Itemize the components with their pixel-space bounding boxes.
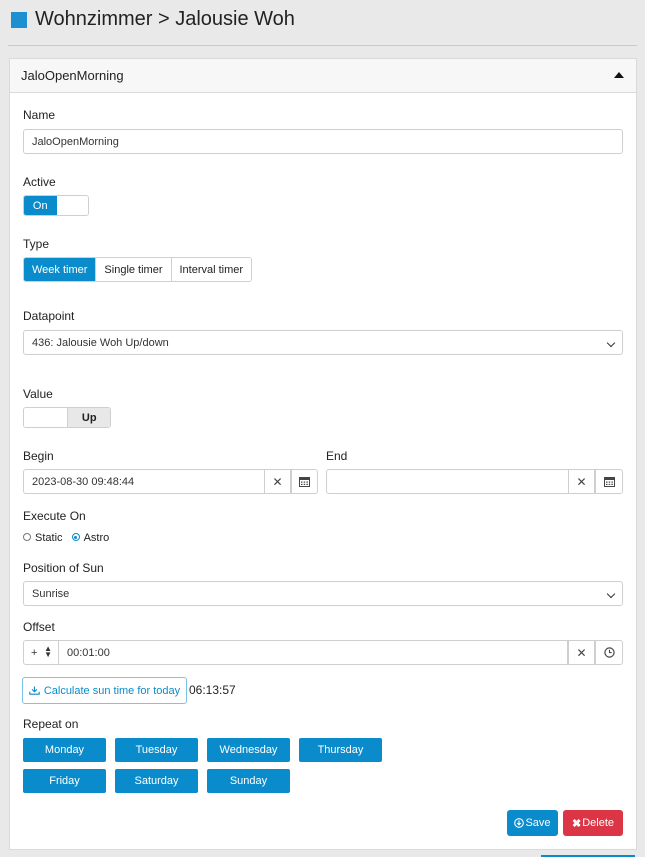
day-friday-button[interactable]: Friday <box>23 769 106 793</box>
save-button-label: Save <box>525 817 551 829</box>
execute-on-radio-group: Static Astro <box>23 532 109 544</box>
active-label: Active <box>23 175 56 189</box>
radio-checked-icon <box>71 533 80 542</box>
execute-on-astro-radio[interactable]: Astro <box>71 532 110 544</box>
value-toggle-off <box>24 408 68 427</box>
day-wednesday-button[interactable]: Wednesday <box>207 738 290 762</box>
name-input[interactable]: JaloOpenMorning <box>23 129 623 154</box>
day-monday-button[interactable]: Monday <box>23 738 106 762</box>
value-toggle[interactable]: Up <box>23 407 111 428</box>
value-label: Value <box>23 387 53 401</box>
chevron-down-icon <box>606 589 616 599</box>
offset-sign-value: + <box>31 646 38 659</box>
sort-icon: ▲ ▼ <box>44 644 52 659</box>
sun-position-select[interactable]: Sunrise <box>23 581 623 606</box>
execute-on-static-radio[interactable]: Static <box>23 532 63 544</box>
day-tuesday-button[interactable]: Tuesday <box>115 738 198 762</box>
value-toggle-up: Up <box>67 408 110 427</box>
save-button[interactable]: Save <box>507 810 558 836</box>
save-icon <box>514 818 525 828</box>
download-icon <box>29 686 40 695</box>
calendar-icon <box>299 477 310 487</box>
offset-label: Offset <box>23 620 55 634</box>
offset-sign-select[interactable]: + ▲ ▼ <box>23 640 59 665</box>
delete-icon: ✖ <box>571 817 582 830</box>
sun-position-label: Position of Sun <box>23 561 104 575</box>
calculate-sun-time-button[interactable]: Calculate sun time for today <box>22 677 187 704</box>
page-title: Wohnzimmer > Jalousie Woh <box>35 8 295 30</box>
card-title: JaloOpenMorning <box>21 68 124 83</box>
execute-on-label: Execute On <box>23 509 86 523</box>
offset-clear-button[interactable]: ✕ <box>568 640 595 665</box>
clear-icon: ✕ <box>272 474 283 489</box>
radio-unchecked-icon <box>23 533 31 542</box>
static-option-label: Static <box>35 532 63 544</box>
end-clear-button[interactable]: ✕ <box>568 469 595 494</box>
sun-position-value: Sunrise <box>32 587 70 600</box>
name-input-value: JaloOpenMorning <box>32 135 119 148</box>
clear-icon: ✕ <box>576 474 587 489</box>
name-label: Name <box>23 108 56 122</box>
sun-time-result: 06:13:57 <box>189 683 236 697</box>
type-label: Type <box>23 237 50 251</box>
type-week-timer-button[interactable]: Week timer <box>24 258 96 281</box>
begin-input-value: 2023-08-30 09:48:44 <box>32 475 135 488</box>
active-toggle[interactable]: On <box>23 195 89 216</box>
datapoint-select-value: 436: Jalousie Woh Up/down <box>32 336 169 349</box>
offset-time-input[interactable]: 00:01:00 <box>58 640 568 665</box>
clear-icon: ✕ <box>576 645 587 660</box>
page-header: Wohnzimmer > Jalousie Woh <box>11 8 295 31</box>
astro-option-label: Astro <box>83 532 110 544</box>
timer-card: JaloOpenMorning Name JaloOpenMorning Act… <box>9 58 637 850</box>
type-single-timer-button[interactable]: Single timer <box>95 258 171 281</box>
type-button-group: Week timer Single timer Interval timer <box>23 257 253 282</box>
card-header[interactable]: JaloOpenMorning <box>10 59 636 93</box>
begin-input[interactable]: 2023-08-30 09:48:44 <box>23 469 265 494</box>
datapoint-select[interactable]: 436: Jalousie Woh Up/down <box>23 330 623 355</box>
clock-icon <box>603 647 615 658</box>
end-calendar-button[interactable] <box>595 469 623 494</box>
offset-clock-button[interactable] <box>595 640 623 665</box>
day-thursday-button[interactable]: Thursday <box>299 738 382 762</box>
delete-button-label: Delete <box>582 817 614 829</box>
datapoint-label: Datapoint <box>23 309 75 323</box>
active-toggle-on: On <box>24 196 57 215</box>
end-input[interactable] <box>326 469 569 494</box>
end-label: End <box>326 449 348 463</box>
begin-clear-button[interactable]: ✕ <box>264 469 291 494</box>
begin-label: Begin <box>23 449 54 463</box>
offset-time-value: 00:01:00 <box>67 646 110 659</box>
calculate-button-label: Calculate sun time for today <box>43 684 181 697</box>
day-sunday-button[interactable]: Sunday <box>207 769 290 793</box>
repeat-on-label: Repeat on <box>23 717 79 731</box>
begin-calendar-button[interactable] <box>291 469 318 494</box>
calendar-icon <box>603 477 615 487</box>
chevron-down-icon <box>606 338 616 348</box>
active-toggle-off <box>56 196 88 215</box>
delete-button[interactable]: ✖ Delete <box>563 810 623 836</box>
day-saturday-button[interactable]: Saturday <box>115 769 198 793</box>
header-square-icon <box>11 11 27 28</box>
type-interval-timer-button[interactable]: Interval timer <box>170 258 252 281</box>
collapse-up-icon[interactable] <box>614 72 624 78</box>
header-divider <box>8 45 637 46</box>
